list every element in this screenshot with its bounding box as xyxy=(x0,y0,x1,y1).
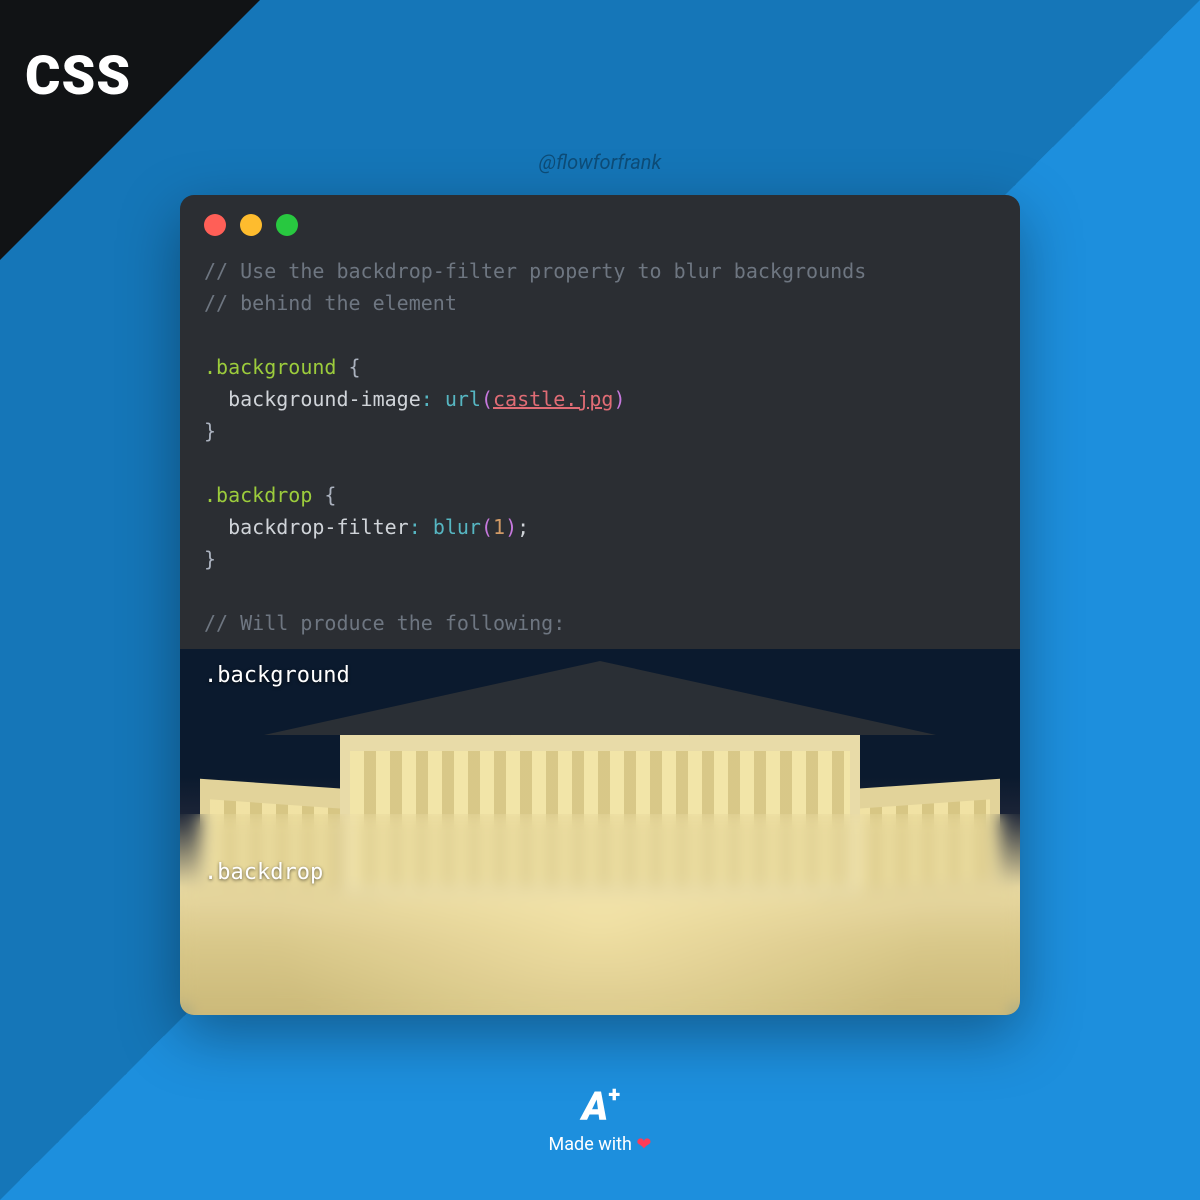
code-property: background-image xyxy=(228,387,421,411)
demo-output: .background .backdrop xyxy=(180,649,1020,1015)
code-comment: // Use the backdrop-filter property to b… xyxy=(204,259,866,283)
code-brace: } xyxy=(204,547,216,571)
backdrop-overlay xyxy=(180,814,1020,1015)
heart-icon: ❤ xyxy=(636,1134,651,1155)
code-block: // Use the backdrop-filter property to b… xyxy=(180,255,1020,649)
code-selector: .background xyxy=(204,355,336,379)
code-selector: .backdrop xyxy=(204,483,312,507)
code-semicolon: ; xyxy=(517,515,529,539)
made-with-text: Made with ❤ xyxy=(0,1134,1200,1155)
code-colon: : xyxy=(409,515,421,539)
code-paren: ( xyxy=(481,387,493,411)
code-comment: // behind the element xyxy=(204,291,457,315)
demo-label-background: .background xyxy=(204,663,350,688)
code-url: castle.jpg xyxy=(493,387,613,411)
code-window: // Use the backdrop-filter property to b… xyxy=(180,195,1020,1015)
demo-label-backdrop: .backdrop xyxy=(204,860,323,885)
code-paren: ) xyxy=(613,387,625,411)
code-comment: // Will produce the following: xyxy=(204,611,565,635)
code-brace: { xyxy=(349,355,361,379)
logo: A+ xyxy=(582,1083,618,1130)
footer: A+ Made with ❤ xyxy=(0,1083,1200,1155)
code-property: backdrop-filter xyxy=(228,515,409,539)
code-colon: : xyxy=(421,387,433,411)
maximize-icon[interactable] xyxy=(276,214,298,236)
code-brace: } xyxy=(204,419,216,443)
code-number: 1 xyxy=(493,515,505,539)
corner-label: CSS xyxy=(25,45,131,108)
code-paren: ) xyxy=(505,515,517,539)
window-titlebar xyxy=(180,195,1020,255)
code-brace: { xyxy=(324,483,336,507)
corner-triangle xyxy=(0,0,260,260)
code-paren: ( xyxy=(481,515,493,539)
code-function: blur xyxy=(433,515,481,539)
code-function: url xyxy=(445,387,481,411)
